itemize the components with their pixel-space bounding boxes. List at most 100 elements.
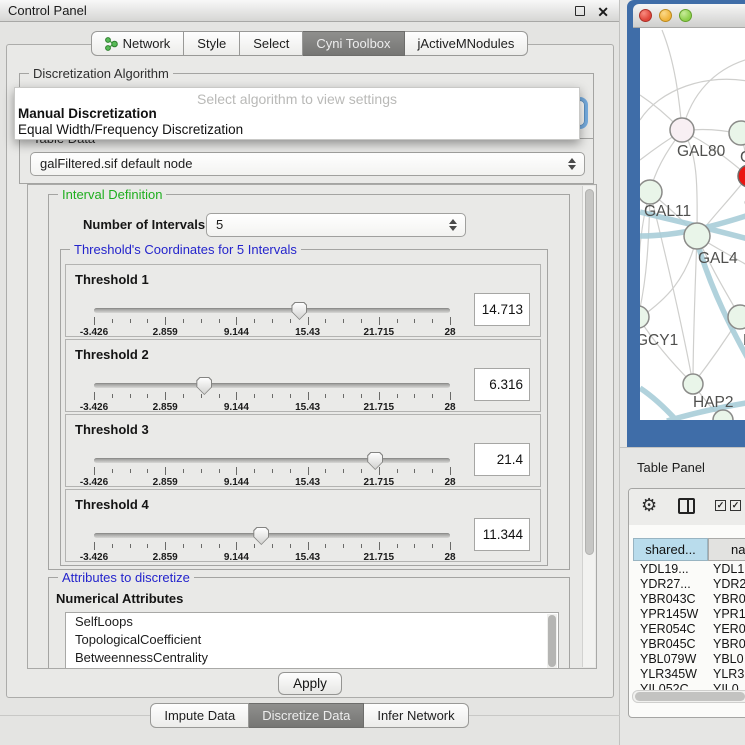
column-header-name[interactable]: na bbox=[708, 538, 745, 561]
tab-impute-data[interactable]: Impute Data bbox=[150, 703, 249, 728]
attribute-list-item[interactable]: SelfLoops bbox=[66, 613, 558, 631]
table-cell[interactable]: YLR345W bbox=[633, 667, 708, 682]
table-row[interactable]: YPR145WYPR1 bbox=[633, 607, 745, 622]
node-gal4[interactable] bbox=[684, 223, 710, 249]
slider-tick bbox=[343, 469, 344, 473]
slider-tick bbox=[432, 394, 433, 398]
tab-infer-network[interactable]: Infer Network bbox=[364, 703, 468, 728]
table-row[interactable]: YDR27...YDR2 bbox=[633, 577, 745, 592]
table-data-combobox[interactable]: galFiltered.sif default node bbox=[30, 152, 585, 176]
table-cell[interactable]: YDR27... bbox=[633, 577, 708, 592]
node-bottom[interactable] bbox=[713, 410, 733, 420]
table-cell[interactable]: YBR043C bbox=[633, 592, 708, 607]
table-cell[interactable]: YPR145W bbox=[633, 607, 708, 622]
table-cell[interactable]: YLR3 bbox=[708, 667, 745, 682]
slider-tick bbox=[397, 319, 398, 323]
node-gal11[interactable] bbox=[640, 180, 662, 204]
float-window-icon[interactable] bbox=[575, 6, 585, 16]
tab-jactivemnodules[interactable]: jActiveMNodules bbox=[405, 31, 529, 56]
dropdown-option-equal-width[interactable]: Equal Width/Frequency Discretization bbox=[15, 121, 579, 137]
tab-style[interactable]: Style bbox=[184, 31, 240, 56]
attribute-list-item[interactable]: TopologicalCoefficient bbox=[66, 631, 558, 649]
minimize-traffic-light-icon[interactable] bbox=[659, 9, 672, 22]
threshold-value-field-3[interactable]: 21.4 bbox=[474, 443, 530, 476]
tab-discretize-data[interactable]: Discretize Data bbox=[249, 703, 364, 728]
table-row[interactable]: YLR345WYLR3 bbox=[633, 667, 745, 682]
table-cell[interactable]: YBL079W bbox=[633, 652, 708, 667]
table-header-row: shared... na bbox=[633, 538, 745, 561]
table-cell[interactable]: YDL1 bbox=[708, 562, 745, 577]
table-cell[interactable]: YBR045C bbox=[633, 637, 708, 652]
attributes-scrollbar[interactable] bbox=[547, 614, 557, 669]
table-cell[interactable]: YPR1 bbox=[708, 607, 745, 622]
gear-icon[interactable]: ⚙ bbox=[641, 495, 657, 516]
slider-tick-label: -3.426 bbox=[80, 477, 108, 488]
slider-tick bbox=[414, 394, 415, 398]
tab-network[interactable]: Network bbox=[91, 31, 185, 56]
table-cell[interactable]: YER054C bbox=[633, 622, 708, 637]
table-cell[interactable]: YDL19... bbox=[633, 562, 708, 577]
slider-tick-label: 21.715 bbox=[364, 477, 395, 488]
table-row[interactable]: YBR045CYBR0 bbox=[633, 637, 745, 652]
slider-tick bbox=[236, 542, 237, 550]
table-data-value: galFiltered.sif default node bbox=[31, 153, 584, 175]
node-hap2[interactable] bbox=[683, 374, 703, 394]
slider-tick bbox=[325, 469, 326, 473]
attribute-list-item[interactable]: BetweennessCentrality bbox=[66, 649, 558, 667]
slider-tick bbox=[414, 544, 415, 548]
node-gal80[interactable] bbox=[670, 118, 694, 142]
slider-tick-label: 21.715 bbox=[364, 552, 395, 563]
table-cell[interactable]: YBL0 bbox=[708, 652, 745, 667]
column-header-shared[interactable]: shared... bbox=[633, 538, 708, 561]
node-h[interactable] bbox=[728, 305, 745, 329]
slider-tick bbox=[94, 467, 95, 475]
close-icon[interactable]: ✕ bbox=[597, 2, 609, 22]
tab-select[interactable]: Select bbox=[240, 31, 303, 56]
threshold-slider-1[interactable]: -3.4262.8599.14415.4321.71528 bbox=[94, 301, 450, 337]
node-top-right[interactable] bbox=[729, 121, 745, 145]
threshold-value-field-2[interactable]: 6.316 bbox=[474, 368, 530, 401]
slider-tick-label: 15.43 bbox=[295, 327, 320, 338]
slider-tick bbox=[290, 469, 291, 473]
dropdown-option-manual[interactable]: Manual Discretization bbox=[15, 105, 579, 121]
threshold-slider-3[interactable]: -3.4262.8599.14415.4321.71528 bbox=[94, 451, 450, 487]
checkbox-icon[interactable]: ✓ bbox=[715, 500, 726, 511]
slider-tick bbox=[94, 317, 95, 325]
table-cell[interactable]: YBR0 bbox=[708, 637, 745, 652]
table-row[interactable]: YBR043CYBR0 bbox=[633, 592, 745, 607]
control-panel-titlebar: Control Panel ✕ bbox=[0, 0, 619, 22]
slider-tick-label: 9.144 bbox=[224, 477, 249, 488]
close-traffic-light-icon[interactable] bbox=[639, 9, 652, 22]
slider-tick bbox=[236, 467, 237, 475]
columns-icon[interactable] bbox=[678, 498, 695, 514]
num-intervals-combobox[interactable]: 5 bbox=[206, 213, 466, 237]
threshold-slider-4[interactable]: -3.4262.8599.14415.4321.71528 bbox=[94, 526, 450, 562]
table-cell[interactable]: YBR0 bbox=[708, 592, 745, 607]
table-row[interactable]: YDL19...YDL1 bbox=[633, 562, 745, 577]
threshold-value-field-1[interactable]: 14.713 bbox=[474, 293, 530, 326]
slider-tick-label: 28 bbox=[444, 552, 455, 563]
slider-tick bbox=[343, 544, 344, 548]
slider-tick bbox=[201, 319, 202, 323]
threshold-slider-2[interactable]: -3.4262.8599.14415.4321.71528 bbox=[94, 376, 450, 412]
checkbox-icon[interactable]: ✓ bbox=[730, 500, 741, 511]
table-toolbar: ⚙ ✓ ✓ bbox=[629, 489, 745, 525]
threshold-value-field-4[interactable]: 11.344 bbox=[474, 518, 530, 551]
network-canvas[interactable]: GAL80 G C GAL11 GAL4 GCY1 H HAP2 bbox=[640, 28, 745, 420]
node-gcy1[interactable] bbox=[640, 306, 649, 328]
threshold-row-4: Threshold 4 -3.4262.8599.14415.4321.7152… bbox=[65, 489, 541, 562]
numerical-attributes-list[interactable]: SelfLoopsTopologicalCoefficientBetweenne… bbox=[65, 612, 559, 669]
table-panel-title: Table Panel bbox=[637, 460, 705, 475]
table-cell[interactable]: YDR2 bbox=[708, 577, 745, 592]
table-cell[interactable]: YER0 bbox=[708, 622, 745, 637]
table-row[interactable]: YER054CYER0 bbox=[633, 622, 745, 637]
settings-vertical-scrollbar[interactable] bbox=[582, 186, 595, 667]
tab-cyni-toolbox[interactable]: Cyni Toolbox bbox=[303, 31, 404, 56]
zoom-traffic-light-icon[interactable] bbox=[679, 9, 692, 22]
numerical-attributes-label: Numerical Attributes bbox=[56, 591, 183, 606]
slider-tick bbox=[450, 542, 451, 550]
table-horizontal-scrollbar[interactable] bbox=[632, 690, 745, 703]
slider-tick bbox=[272, 319, 273, 323]
apply-button[interactable]: Apply bbox=[278, 672, 342, 695]
table-row[interactable]: YBL079WYBL0 bbox=[633, 652, 745, 667]
